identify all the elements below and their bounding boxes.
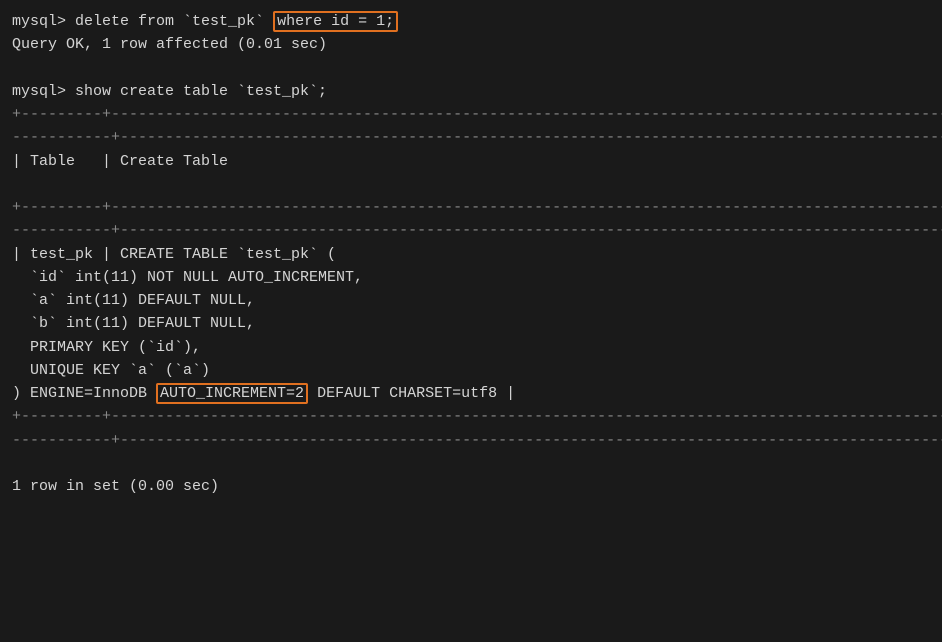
blank-line-header xyxy=(12,173,930,196)
table-row-1: | test_pk | CREATE TABLE `test_pk` ( xyxy=(12,243,930,266)
separator-top-2: -----------+----------------------------… xyxy=(12,126,930,149)
separator-mid-1: +---------+-----------------------------… xyxy=(12,196,930,219)
table-row-2: `id` int(11) NOT NULL AUTO_INCREMENT, xyxy=(12,266,930,289)
final-output: 1 row in set (0.00 sec) xyxy=(12,475,930,498)
table-row-4: `b` int(11) DEFAULT NULL, xyxy=(12,312,930,335)
separator-bot-2: -----------+----------------------------… xyxy=(12,429,930,452)
engine-line: ) ENGINE=InnoDB AUTO_INCREMENT=2 DEFAULT… xyxy=(12,382,930,405)
engine-before: ) ENGINE=InnoDB xyxy=(12,385,156,402)
table-row-3: `a` int(11) DEFAULT NULL, xyxy=(12,289,930,312)
blank-line-final xyxy=(12,452,930,475)
highlight-auto-increment: AUTO_INCREMENT=2 xyxy=(156,383,308,404)
command-line-4: mysql> show create table `test_pk`; xyxy=(12,80,930,103)
command-text-before-1: delete from `test_pk` xyxy=(75,13,273,30)
separator-top-1: +---------+-----------------------------… xyxy=(12,103,930,126)
separator-mid-2: -----------+----------------------------… xyxy=(12,219,930,242)
blank-line-3 xyxy=(12,57,930,80)
table-row-5: PRIMARY KEY (`id`), xyxy=(12,336,930,359)
highlight-where-clause: where id = 1; xyxy=(273,11,398,32)
engine-after: DEFAULT CHARSET=utf8 | xyxy=(308,385,515,402)
terminal-window: mysql> delete from `test_pk` where id = … xyxy=(12,10,930,632)
command-line-1: mysql> delete from `test_pk` where id = … xyxy=(12,10,930,33)
prompt-1: mysql> xyxy=(12,13,75,30)
output-line-2: Query OK, 1 row affected (0.01 sec) xyxy=(12,33,930,56)
table-header: | Table | Create Table xyxy=(12,150,930,173)
table-row-6: UNIQUE KEY `a` (`a`) xyxy=(12,359,930,382)
separator-bot-1: +---------+-----------------------------… xyxy=(12,405,930,428)
